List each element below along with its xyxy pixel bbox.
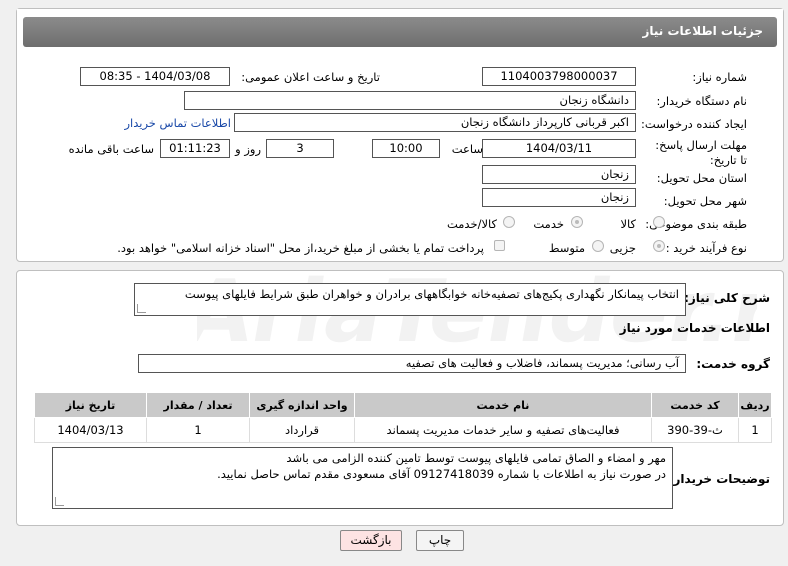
need-number-label: شماره نیاز: bbox=[692, 70, 747, 84]
table-header-row: ردیف کد خدمت نام خدمت واحد اندازه گیری ت… bbox=[34, 392, 772, 418]
service-group-field: آب رسانی؛ مدیریت پسماند، فاضلاب و فعالیت… bbox=[138, 354, 686, 373]
deadline-label: مهلت ارسال پاسخ: تا تاریخ: bbox=[655, 138, 747, 167]
panel-header-bar: جزئیات اطلاعات نیاز bbox=[23, 17, 777, 47]
announce-datetime-field: 1404/03/08 - 08:35 bbox=[80, 67, 230, 86]
panel-header: جزئیات اطلاعات نیاز bbox=[17, 9, 783, 47]
description-text: انتخاب پیمانکار نگهداری پکیج‌های تصفیه‌خ… bbox=[184, 287, 679, 301]
remaining-time-field: 01:11:23 bbox=[160, 139, 230, 158]
need-number-field: 1104003798000037 bbox=[482, 67, 636, 86]
cell-row: 1 bbox=[738, 417, 772, 443]
table-row: 1 ث-39-390 فعالیت‌های تصفیه و سایر خدمات… bbox=[34, 417, 772, 443]
cell-qty: 1 bbox=[146, 417, 250, 443]
process-option-minor: جزیی bbox=[609, 241, 636, 255]
process-radio-medium[interactable] bbox=[592, 240, 604, 252]
category-radio-service[interactable] bbox=[571, 216, 583, 228]
cell-code: ث-39-390 bbox=[651, 417, 739, 443]
service-group-label: گروه خدمت: bbox=[696, 357, 770, 371]
cell-unit: قرارداد bbox=[249, 417, 355, 443]
remaining-time-label: ساعت باقی مانده bbox=[68, 142, 154, 156]
buyer-org-label: نام دستگاه خریدار: bbox=[656, 94, 747, 108]
resize-grip-icon[interactable] bbox=[55, 497, 64, 506]
process-label: نوع فرآیند خرید : bbox=[665, 241, 747, 255]
buyer-org-field: دانشگاه زنجان bbox=[184, 91, 636, 110]
category-option-service: خدمت bbox=[533, 217, 564, 231]
resize-grip-icon[interactable] bbox=[137, 304, 146, 313]
col-date-header: تاریخ نیاز bbox=[34, 392, 147, 418]
description-field[interactable]: انتخاب پیمانکار نگهداری پکیج‌های تصفیه‌خ… bbox=[134, 283, 686, 316]
col-qty-header: تعداد / مقدار bbox=[146, 392, 250, 418]
treasury-text: پرداخت تمام یا بخشی از مبلغ خرید،از محل … bbox=[117, 241, 484, 255]
province-label: استان محل تحویل: bbox=[656, 171, 747, 185]
buyer-notes-line2: در صورت نیاز به اطلاعات با شماره 0912741… bbox=[217, 467, 666, 481]
col-unit-header: واحد اندازه گیری bbox=[249, 392, 355, 418]
cell-name: فعالیت‌های تصفیه و سایر خدمات مدیریت پسم… bbox=[354, 417, 652, 443]
back-button[interactable]: بازگشت bbox=[340, 530, 402, 551]
deadline-time-label: ساعت bbox=[451, 142, 483, 156]
requester-label: ایجاد کننده درخواست: bbox=[641, 117, 747, 131]
deadline-date-field: 1404/03/11 bbox=[482, 139, 636, 158]
process-radio-minor[interactable] bbox=[653, 240, 665, 252]
category-radio-goods-service[interactable] bbox=[503, 216, 515, 228]
services-table: ردیف کد خدمت نام خدمت واحد اندازه گیری ت… bbox=[34, 392, 772, 443]
category-option-goods: کالا bbox=[620, 217, 636, 231]
cell-date: 1404/03/13 bbox=[34, 417, 147, 443]
col-row-header: ردیف bbox=[738, 392, 772, 418]
requester-field: اکبر قربانی کارپرداز دانشگاه زنجان bbox=[234, 113, 636, 132]
deadline-time-field: 10:00 bbox=[372, 139, 440, 158]
days-label: روز و bbox=[235, 142, 261, 156]
buyer-notes-line1: مهر و امضاء و الصاق تمامی فایلهای پیوست … bbox=[286, 451, 666, 465]
panel-title: جزئیات اطلاعات نیاز bbox=[642, 24, 763, 38]
province-field: زنجان bbox=[482, 165, 636, 184]
category-radio-goods[interactable] bbox=[653, 216, 665, 228]
services-section-title: اطلاعات خدمات مورد نیاز bbox=[619, 321, 770, 335]
treasury-checkbox[interactable] bbox=[494, 240, 505, 251]
description-label: شرح کلی نیاز: bbox=[684, 291, 770, 305]
col-code-header: کد خدمت bbox=[651, 392, 739, 418]
remaining-days-field: 3 bbox=[266, 139, 334, 158]
city-label: شهر محل تحویل: bbox=[663, 194, 747, 208]
process-option-medium: متوسط bbox=[548, 241, 585, 255]
buyer-notes-field[interactable]: مهر و امضاء و الصاق تمامی فایلهای پیوست … bbox=[52, 447, 673, 509]
buyer-notes-label: توضیحات خریدار: bbox=[668, 472, 770, 486]
buyer-contact-link[interactable]: اطلاعات تماس خریدار bbox=[124, 116, 231, 130]
col-name-header: نام خدمت bbox=[354, 392, 652, 418]
announce-datetime-label: تاریخ و ساعت اعلان عمومی: bbox=[241, 70, 380, 84]
city-field: زنجان bbox=[482, 188, 636, 207]
category-option-goods-service: کالا/خدمت bbox=[446, 217, 497, 231]
print-button[interactable]: چاپ bbox=[416, 530, 464, 551]
